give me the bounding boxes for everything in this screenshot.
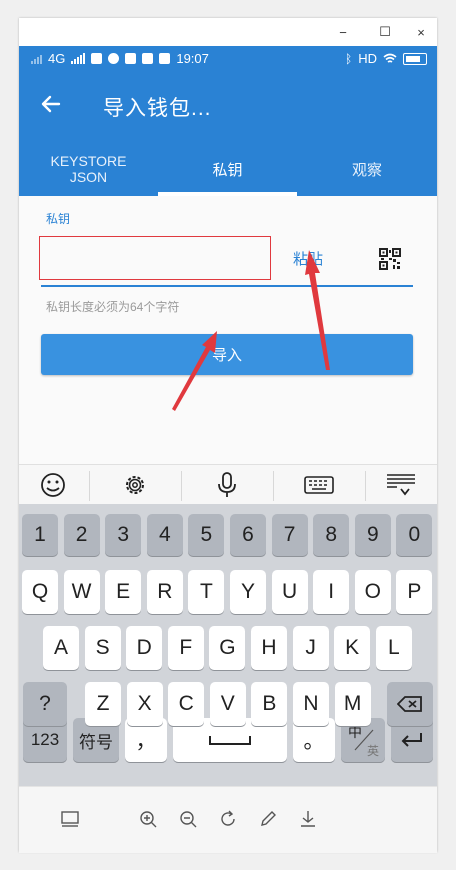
key-5[interactable]: 5 <box>188 514 225 556</box>
key-2[interactable]: 2 <box>63 514 100 556</box>
panel-icon[interactable] <box>59 808 81 830</box>
key-e[interactable]: E <box>105 570 142 614</box>
bluetooth-icon: ᛒ <box>345 51 353 66</box>
app-notification-icon <box>125 53 137 64</box>
key-j[interactable]: J <box>292 626 329 670</box>
key-z[interactable]: Z <box>85 682 121 726</box>
window-titlebar: − ☐ × <box>19 18 437 46</box>
backspace-icon <box>397 696 422 712</box>
grid-icon <box>142 53 154 64</box>
key-l[interactable]: L <box>375 626 412 670</box>
notification-icon <box>91 53 103 64</box>
rotate-icon[interactable] <box>217 808 239 830</box>
key-o[interactable]: O <box>354 570 391 614</box>
key-h[interactable]: H <box>251 626 287 670</box>
toolbar-separator <box>365 471 366 501</box>
key-c[interactable]: C <box>168 682 205 726</box>
key-g[interactable]: G <box>209 626 246 670</box>
wifi-icon <box>383 53 397 63</box>
input-underline <box>41 285 413 287</box>
clock: 19:07 <box>176 51 209 66</box>
microphone-icon[interactable] <box>201 469 253 501</box>
space-icon <box>209 736 251 745</box>
hd-indicator: HD <box>358 51 377 66</box>
viewer-toolbar <box>19 786 437 853</box>
page-title: 导入钱包... <box>103 97 212 120</box>
private-key-label: 私钥 <box>46 212 71 226</box>
key-r[interactable]: R <box>146 570 183 614</box>
app-bar: 导入钱包... <box>19 72 437 142</box>
battery-icon <box>403 52 427 65</box>
key-p[interactable]: P <box>396 570 433 614</box>
signal-strength-icon <box>71 53 86 64</box>
tab-watch[interactable]: 观察 <box>297 142 437 196</box>
toolbar-separator <box>273 471 274 501</box>
key-y[interactable]: Y <box>230 570 266 614</box>
key-4[interactable]: 4 <box>146 514 183 556</box>
download-icon[interactable] <box>297 808 319 830</box>
key-backspace[interactable] <box>387 682 433 726</box>
key-b[interactable]: B <box>251 682 288 726</box>
key-i[interactable]: I <box>313 570 350 614</box>
zoom-in-icon[interactable] <box>137 808 159 830</box>
keyboard-icon[interactable] <box>293 469 345 501</box>
emoji-icon[interactable] <box>27 469 79 501</box>
key-w[interactable]: W <box>63 570 100 614</box>
lang-sub-label: 英 <box>366 744 379 758</box>
key-x[interactable]: X <box>126 682 163 726</box>
private-key-input[interactable] <box>39 236 271 280</box>
key-3[interactable]: 3 <box>105 514 142 556</box>
zoom-out-icon[interactable] <box>177 808 199 830</box>
key-7[interactable]: 7 <box>271 514 308 556</box>
key-a[interactable]: A <box>43 626 79 670</box>
key-u[interactable]: U <box>271 570 308 614</box>
check-icon <box>108 53 120 64</box>
helper-text: 私钥长度必须为64个字符 <box>46 300 180 314</box>
storage-icon <box>159 53 171 64</box>
paste-button[interactable]: 粘贴 <box>293 248 323 269</box>
edit-icon[interactable] <box>257 808 279 830</box>
key-d[interactable]: D <box>126 626 163 670</box>
key-9[interactable]: 9 <box>354 514 391 556</box>
signal-icon <box>31 53 42 64</box>
qr-scan-icon[interactable] <box>379 248 401 270</box>
import-button[interactable]: 导入 <box>41 334 413 375</box>
key-m[interactable]: M <box>334 682 371 726</box>
minimize-button[interactable]: − <box>331 22 355 42</box>
key-0[interactable]: 0 <box>396 514 433 556</box>
network-type: 4G <box>48 51 66 66</box>
toolbar-separator <box>89 471 90 501</box>
key-f[interactable]: F <box>167 626 204 670</box>
keyboard-toolbar <box>19 464 437 505</box>
hide-keyboard-icon[interactable] <box>375 469 427 501</box>
keyboard: 123 符号 ， 。 中 英 1234567890QWERTYUIOPASDFG… <box>19 504 437 786</box>
app-window: − ☐ × 4G 19:07 ᛒ HD 导入钱包... KEYSTORE JSO… <box>19 18 437 853</box>
key-v[interactable]: V <box>209 682 246 726</box>
key-s[interactable]: S <box>84 626 121 670</box>
key-1[interactable]: 1 <box>22 514 58 556</box>
key-t[interactable]: T <box>188 570 225 614</box>
import-form: 私钥 粘贴 私钥长度必须为64个字符 导入 <box>19 196 437 466</box>
tab-private-key[interactable]: 私钥 <box>158 142 297 196</box>
close-button[interactable]: × <box>409 22 433 42</box>
maximize-button[interactable]: ☐ <box>373 22 397 42</box>
key-n[interactable]: N <box>293 682 329 726</box>
enter-icon <box>401 733 422 747</box>
key-k[interactable]: K <box>334 626 371 670</box>
key-question[interactable]: ? <box>23 682 67 726</box>
back-arrow-icon[interactable] <box>37 90 65 118</box>
status-bar: 4G 19:07 ᛒ HD <box>19 46 437 72</box>
gear-icon[interactable] <box>109 469 161 501</box>
tab-bar: KEYSTORE JSON 私钥 观察 <box>19 142 437 196</box>
toolbar-separator <box>181 471 182 501</box>
key-q[interactable]: Q <box>22 570 58 614</box>
key-8[interactable]: 8 <box>313 514 350 556</box>
key-6[interactable]: 6 <box>230 514 266 556</box>
tab-keystore-json[interactable]: KEYSTORE JSON <box>19 142 158 196</box>
